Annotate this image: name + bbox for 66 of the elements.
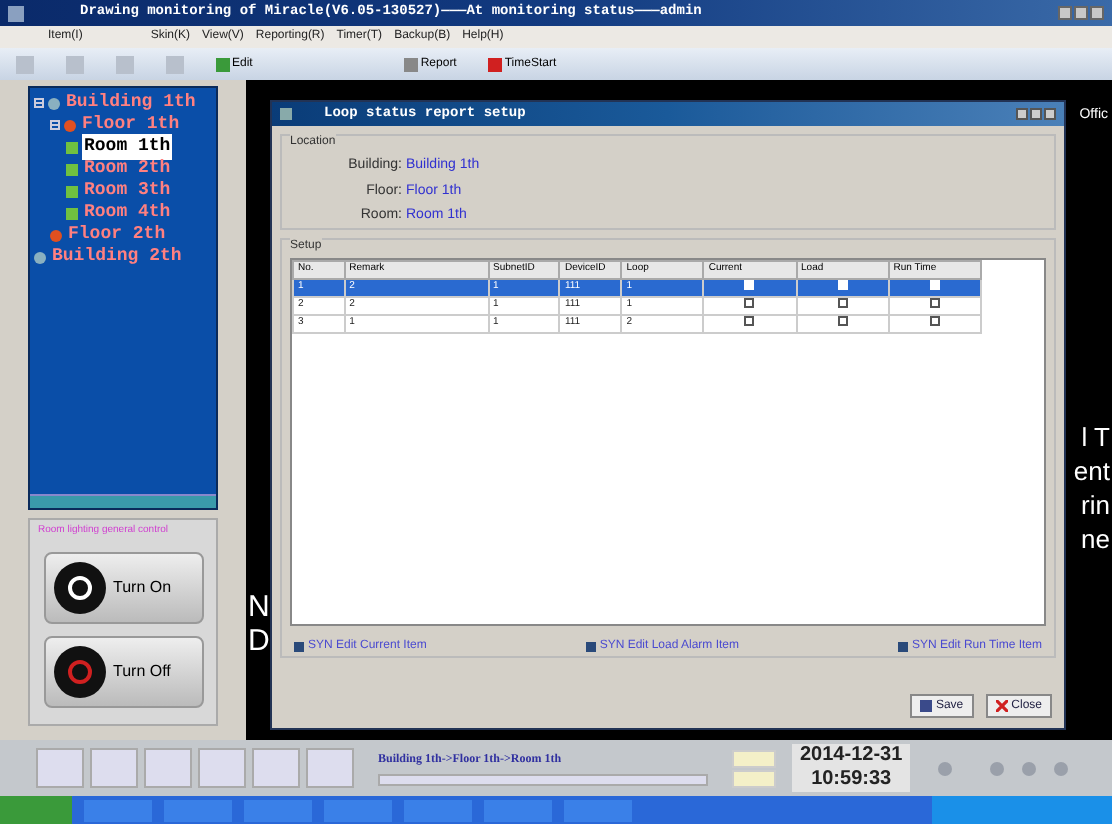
- save-icon: [919, 700, 932, 712]
- canvas-label: rin: [1081, 488, 1110, 522]
- app-icon: [8, 5, 24, 21]
- time-label: 10:59:33: [811, 768, 892, 792]
- status-light: [990, 761, 1005, 775]
- horizontal-scrollbar[interactable]: [30, 494, 216, 508]
- checkbox[interactable]: [837, 316, 848, 327]
- checkbox[interactable]: [744, 298, 755, 309]
- toolbar-icon[interactable]: [166, 55, 184, 73]
- power-icon: [53, 561, 105, 613]
- canvas-label: ent: [1073, 454, 1110, 488]
- power-icon: [53, 645, 105, 697]
- toolbar-icon[interactable]: [116, 55, 134, 73]
- canvas-label: l T: [1081, 420, 1110, 454]
- link-icon: [294, 642, 304, 652]
- start-button[interactable]: [0, 796, 72, 824]
- status-light: [938, 761, 953, 775]
- checkbox[interactable]: [744, 316, 755, 327]
- report-icon: [404, 57, 419, 71]
- tree-item[interactable]: Room 1th: [82, 133, 173, 161]
- close-icon: [995, 700, 1008, 712]
- taskbar-button[interactable]: [564, 799, 632, 821]
- maximize-button[interactable]: [1030, 108, 1042, 120]
- building-icon: [48, 97, 60, 109]
- toolbar-icon[interactable]: [16, 55, 34, 73]
- building-icon: [34, 251, 46, 263]
- maximize-button[interactable]: [1074, 6, 1088, 20]
- indicator: [732, 749, 776, 767]
- floor-icon: [50, 229, 62, 241]
- indicator: [732, 769, 776, 787]
- close-button[interactable]: [1090, 6, 1104, 20]
- minimize-button[interactable]: [1016, 108, 1028, 120]
- status-light: [1022, 761, 1037, 775]
- taskbar-button[interactable]: [164, 799, 232, 821]
- taskbar-button[interactable]: [484, 799, 552, 821]
- close-button[interactable]: [1044, 108, 1056, 120]
- floor-icon: [64, 119, 76, 131]
- taskbar-button[interactable]: [244, 799, 312, 821]
- toolbar-button[interactable]: [144, 748, 192, 788]
- toolbar-button[interactable]: [306, 748, 354, 788]
- date-label: 2014-12-31: [800, 744, 903, 768]
- expander-icon[interactable]: [50, 120, 60, 130]
- expander-icon[interactable]: [34, 98, 44, 108]
- canvas-label: D: [248, 624, 270, 658]
- taskbar-button[interactable]: [84, 799, 152, 821]
- toolbar-icon[interactable]: [66, 55, 84, 73]
- toolbar-button[interactable]: [90, 748, 138, 788]
- link-icon: [897, 642, 908, 652]
- toolbar-button[interactable]: [252, 748, 300, 788]
- toolbar-button[interactable]: [36, 748, 84, 788]
- canvas-label: N: [248, 590, 270, 624]
- power-button[interactable]: Turn On: [43, 551, 203, 623]
- taskbar-button[interactable]: [404, 799, 472, 821]
- dialog-icon: [280, 108, 292, 120]
- minimize-button[interactable]: [1058, 6, 1072, 20]
- taskbar-button[interactable]: [324, 799, 392, 821]
- timer-icon: [488, 57, 503, 71]
- canvas-label: ne: [1081, 522, 1110, 556]
- toolbar-button[interactable]: [198, 748, 246, 788]
- checkbox[interactable]: [929, 316, 940, 327]
- checkbox[interactable]: [929, 298, 940, 309]
- edit-icon: [216, 57, 230, 71]
- checkbox[interactable]: [837, 298, 848, 309]
- power-button[interactable]: Turn Off: [43, 635, 203, 707]
- status-light: [1054, 761, 1069, 775]
- link-icon: [585, 642, 596, 652]
